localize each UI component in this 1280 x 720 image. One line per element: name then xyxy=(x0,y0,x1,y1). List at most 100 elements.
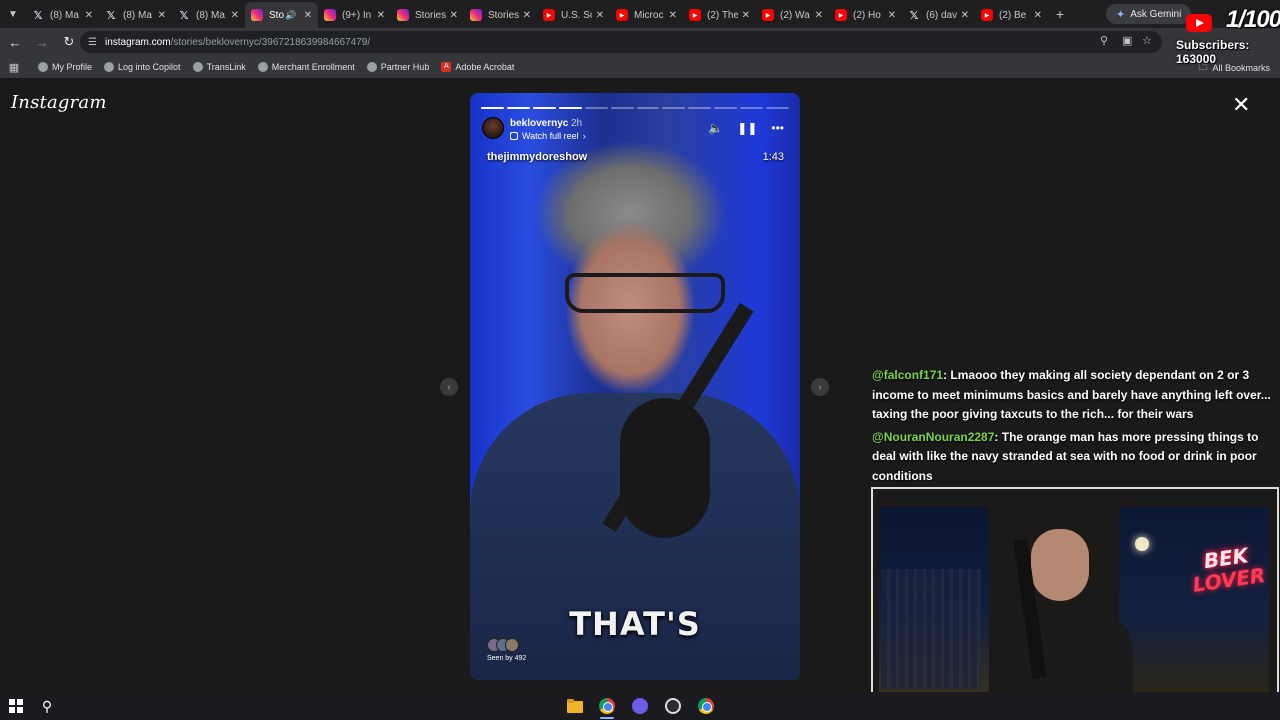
story-card[interactable]: beklovernyc 2h Watch full reel › 🔈 ❚❚ ••… xyxy=(470,93,800,680)
avatar[interactable] xyxy=(482,117,504,139)
chrome-taskbar-icon[interactable] xyxy=(598,697,616,715)
file-explorer-icon[interactable] xyxy=(566,697,584,715)
bookmark-item[interactable]: TransLink xyxy=(192,62,246,72)
tab-close-icon[interactable]: ✕ xyxy=(815,10,823,21)
story-progress-segment xyxy=(558,107,582,109)
tab-close-icon[interactable]: ✕ xyxy=(304,10,312,21)
chevron-right-icon: › xyxy=(582,131,586,141)
previous-story-button[interactable]: ‹ xyxy=(440,378,458,396)
tab-close-icon[interactable]: ✕ xyxy=(961,10,969,21)
chat-handle: @NouranNouran2287 xyxy=(872,429,995,444)
cast-icon[interactable]: ▣ xyxy=(1122,34,1132,47)
active-app-indicator xyxy=(600,717,614,719)
next-story-button[interactable]: › xyxy=(811,378,829,396)
zoom-icon[interactable]: ⚲ xyxy=(1100,34,1108,47)
bookmark-label: TransLink xyxy=(206,62,246,72)
tab-title: (6) dav xyxy=(926,9,957,21)
webcam-overlay: BEK LOVER xyxy=(871,487,1279,717)
tab-close-icon[interactable]: ✕ xyxy=(377,10,385,21)
tab-close-icon[interactable]: ✕ xyxy=(158,10,166,21)
tab-close-icon[interactable]: ✕ xyxy=(85,10,93,21)
tab-audio-icon[interactable]: 🔊 xyxy=(285,10,296,21)
tab-close-icon[interactable]: ✕ xyxy=(888,10,896,21)
ask-gemini-button[interactable]: ✦ Ask Gemini xyxy=(1106,4,1192,24)
site-info-icon[interactable]: ☰ xyxy=(88,37,97,48)
story-username[interactable]: beklovernyc xyxy=(510,118,568,129)
story-progress-segment xyxy=(481,107,504,109)
gemini-icon: ✦ xyxy=(1116,8,1126,21)
tab-close-icon[interactable]: ✕ xyxy=(231,10,239,21)
browser-tab[interactable]: Sto 🔊 ✕ xyxy=(245,2,318,28)
bookmark-item[interactable]: Partner Hub xyxy=(366,62,429,72)
bookmark-star-icon[interactable]: ☆ xyxy=(1142,34,1152,47)
bookmark-item[interactable]: Log into Copilot xyxy=(104,62,181,72)
browser-tab[interactable]: ▶ (2) Be ✕ xyxy=(975,2,1048,28)
story-progress-bar xyxy=(481,107,790,109)
browser-tab[interactable]: Stories ✕ xyxy=(464,2,537,28)
bookmark-label: Merchant Enrollment xyxy=(271,62,355,72)
youtube-icon: ▶ xyxy=(689,9,701,21)
tab-close-icon[interactable]: ✕ xyxy=(596,10,604,21)
browser-tab[interactable]: ▶ Microc ✕ xyxy=(610,2,683,28)
tab-close-icon[interactable]: ✕ xyxy=(742,10,750,21)
tab-title: (8) Ma xyxy=(50,9,79,21)
tab-title: (8) Ma xyxy=(123,9,152,21)
browser-tab[interactable]: 𝕏 (6) dav ✕ xyxy=(902,2,975,28)
seen-by-avatars[interactable] xyxy=(487,638,525,652)
browser-tab[interactable]: ▶ U.S. Sc ✕ xyxy=(537,2,610,28)
bookmark-item[interactable]: A Adobe Acrobat xyxy=(441,62,514,72)
bookmark-item[interactable]: My Profile xyxy=(38,62,92,72)
tab-title: (9+) In xyxy=(342,9,372,21)
browser-tab[interactable]: 𝕏 (8) Ma ✕ xyxy=(26,2,99,28)
watch-full-reel-link[interactable]: Watch full reel › xyxy=(510,131,586,141)
youtube-icon: ▶ xyxy=(762,9,774,21)
close-icon[interactable]: ✕ xyxy=(1232,94,1250,116)
webcam-window-right xyxy=(1119,507,1269,697)
browser-tab[interactable]: Stories ✕ xyxy=(391,2,464,28)
partner-icon xyxy=(366,62,377,72)
chat-handle: @falconf171 xyxy=(872,368,944,382)
browser-tab[interactable]: ▶ (2) Wa ✕ xyxy=(756,2,829,28)
instagram-logo[interactable]: Instagram xyxy=(11,92,107,113)
tab-search-icon[interactable]: ▼ xyxy=(0,0,26,28)
tab-title: (8) Ma xyxy=(196,9,225,21)
more-options-icon[interactable]: ••• xyxy=(771,121,784,135)
copilot-icon xyxy=(104,62,115,72)
new-tab-button[interactable]: + xyxy=(1048,6,1072,22)
browser-tab-strip: ▼ 𝕏 (8) Ma ✕ 𝕏 (8) Ma ✕ 𝕏 (8) Ma ✕ Sto 🔊 ✕ (9+) In ✕ S… xyxy=(0,0,1280,28)
reload-button[interactable]: ↻ xyxy=(57,30,81,54)
tab-close-icon[interactable]: ✕ xyxy=(523,10,531,21)
seen-by-count[interactable]: Seen by 492 xyxy=(487,655,526,662)
forward-button[interactable]: → xyxy=(30,30,54,54)
browser-tab[interactable]: ▶ (2) The ✕ xyxy=(683,2,756,28)
live-chat-overlay: @falconf171: Lmaooo they making all soci… xyxy=(872,366,1272,489)
tab-close-icon[interactable]: ✕ xyxy=(450,10,458,21)
back-button[interactable]: ← xyxy=(3,30,27,54)
tab-title: (2) Ho xyxy=(853,9,881,21)
search-icon[interactable]: ⚲ xyxy=(38,697,56,715)
browser-tab[interactable]: ▶ (2) Ho ✕ xyxy=(829,2,902,28)
tab-close-icon[interactable]: ✕ xyxy=(1034,10,1042,21)
app-taskbar-icon[interactable] xyxy=(631,697,649,715)
browser-tab[interactable]: 𝕏 (8) Ma ✕ xyxy=(172,2,245,28)
browser-tab[interactable]: (9+) In ✕ xyxy=(318,2,391,28)
volume-icon[interactable]: 🔈 xyxy=(708,121,723,135)
reel-icon xyxy=(510,132,518,140)
watch-full-reel-label: Watch full reel xyxy=(522,131,579,141)
bookmark-item[interactable]: Merchant Enrollment xyxy=(257,62,355,72)
webcam-moon xyxy=(1135,537,1149,551)
windows-taskbar: ⚲ xyxy=(0,692,1280,720)
youtube-logo-icon xyxy=(1186,14,1212,32)
browser-tab[interactable]: 𝕏 (8) Ma ✕ xyxy=(99,2,172,28)
merchant-icon xyxy=(257,62,268,72)
pause-icon[interactable]: ❚❚ xyxy=(737,121,757,135)
tab-close-icon[interactable]: ✕ xyxy=(669,10,677,21)
url-host: instagram.com xyxy=(104,36,171,48)
windows-start-icon[interactable] xyxy=(7,697,25,715)
obs-taskbar-icon[interactable] xyxy=(664,697,682,715)
address-bar[interactable]: ☰ instagram.com/stories/beklovernyc/3967… xyxy=(80,31,1162,53)
apps-grid-icon[interactable]: ▦ xyxy=(0,61,28,74)
video-overlay-handle: thejimmydoreshow xyxy=(487,151,588,163)
tab-title: U.S. Sc xyxy=(561,9,592,21)
chrome-profile-taskbar-icon[interactable] xyxy=(697,697,715,715)
